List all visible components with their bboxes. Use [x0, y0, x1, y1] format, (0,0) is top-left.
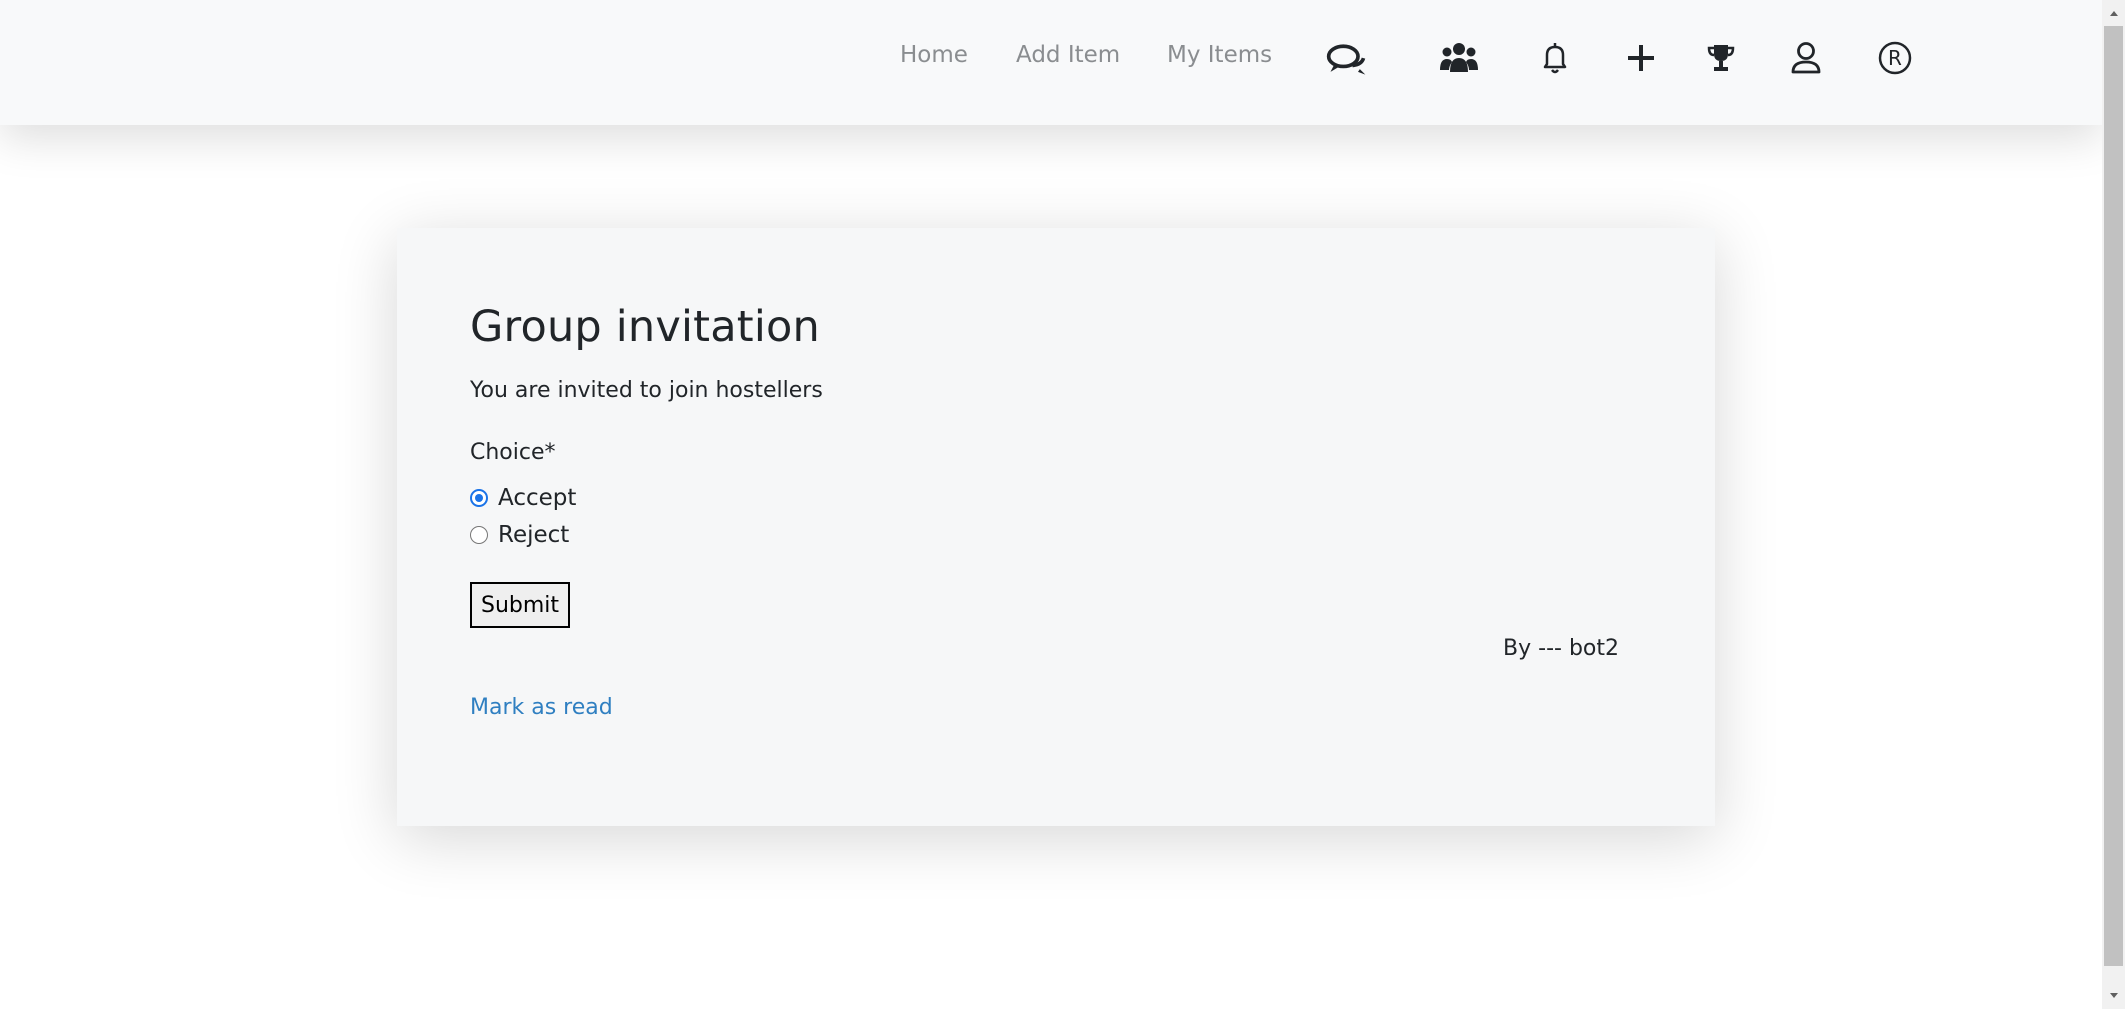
- bell-icon[interactable]: [1533, 36, 1577, 80]
- accept-radio[interactable]: [470, 489, 488, 507]
- page-title: Group invitation: [470, 302, 820, 352]
- invitation-card: Group invitation You are invited to join…: [397, 228, 1715, 826]
- nav-add-item-link[interactable]: Add Item: [1016, 42, 1120, 68]
- vertical-scrollbar[interactable]: [2102, 0, 2125, 1009]
- submit-button[interactable]: Submit: [470, 582, 571, 628]
- sender-line: By --- bot2: [1503, 636, 1619, 661]
- scroll-up-arrow-icon[interactable]: [2102, 2, 2125, 24]
- group-icon[interactable]: [1437, 36, 1481, 80]
- plus-icon[interactable]: [1619, 36, 1663, 80]
- scrollbar-thumb[interactable]: [2104, 26, 2123, 966]
- user-icon[interactable]: [1784, 36, 1828, 80]
- invitation-text: You are invited to join hostellers: [470, 378, 823, 403]
- trophy-icon[interactable]: [1699, 36, 1743, 80]
- mark-as-read-link[interactable]: Mark as read: [470, 695, 613, 720]
- accept-option[interactable]: Accept: [470, 485, 576, 511]
- nav-my-items-link[interactable]: My Items: [1167, 42, 1272, 68]
- reject-radio[interactable]: [470, 526, 488, 544]
- accept-label: Accept: [498, 485, 577, 511]
- choice-label: Choice*: [470, 440, 556, 465]
- registered-icon[interactable]: R: [1873, 36, 1917, 80]
- reject-option[interactable]: Reject: [470, 522, 569, 548]
- svg-text:R: R: [1888, 46, 1902, 70]
- reject-label: Reject: [498, 522, 570, 548]
- scroll-down-arrow-icon[interactable]: [2102, 985, 2125, 1007]
- chat-icon[interactable]: [1325, 38, 1369, 82]
- nav-home-link[interactable]: Home: [900, 42, 968, 68]
- navbar: Home Add Item My Items R: [0, 0, 2102, 125]
